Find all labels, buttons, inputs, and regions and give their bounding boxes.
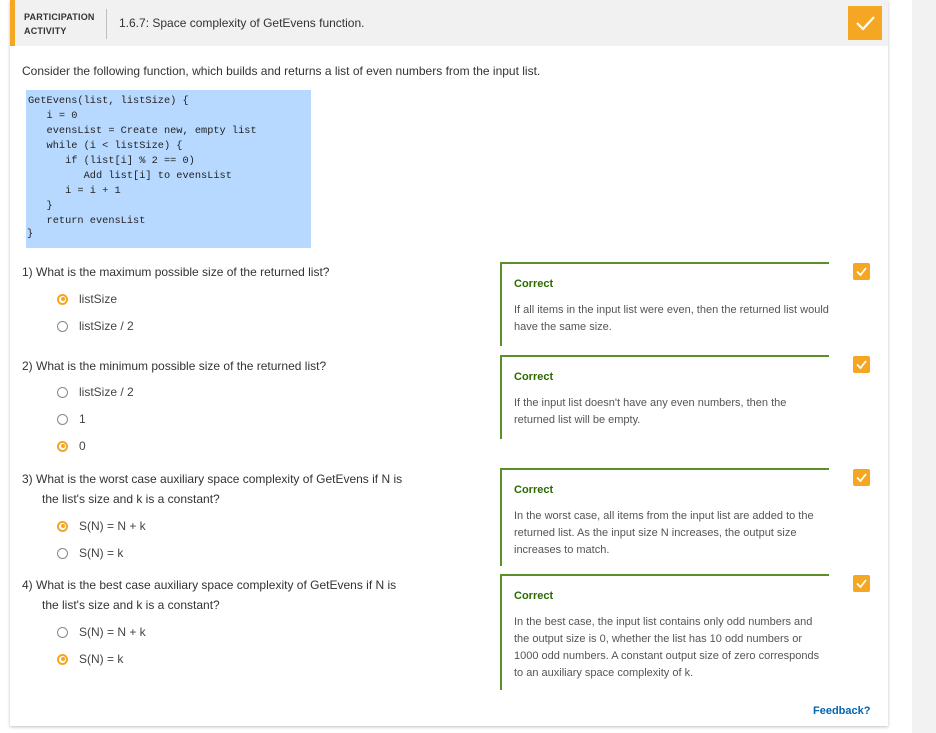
feedback-explanation: In the best case, the input list contain… [514, 616, 820, 679]
code-block: GetEvens(list, listSize) { i = 0 evensLi… [26, 90, 311, 248]
feedback-explanation: In the worst case, all items from the in… [514, 510, 814, 556]
radio-selected-icon[interactable] [57, 520, 68, 532]
question-3-prompt-line1: 3) What is the worst case auxiliary spac… [22, 472, 403, 486]
radio-unselected-icon[interactable] [57, 413, 68, 425]
header-divider [106, 9, 107, 39]
question-1-complete-check-icon [853, 263, 870, 280]
feedback-status: Correct [514, 590, 554, 602]
code-closing-brace: } [27, 228, 34, 240]
question-3-option-1[interactable]: S(N) = N + k [57, 519, 146, 533]
radio-selected-icon[interactable] [57, 293, 68, 305]
option-label: listSize / 2 [79, 319, 134, 333]
question-2-prompt: 2) What is the minimum possible size of … [22, 359, 327, 373]
feedback-explanation: If all items in the input list were even… [514, 304, 829, 333]
question-1-option-1[interactable]: listSize [57, 292, 117, 306]
question-3-feedback: Correct In the worst case, all items fro… [500, 468, 829, 566]
radio-unselected-icon[interactable] [57, 386, 68, 398]
radio-unselected-icon[interactable] [57, 320, 68, 332]
question-2-option-2[interactable]: 1 [57, 412, 86, 426]
question-2-feedback: Correct If the input list doesn't have a… [500, 355, 829, 439]
activity-type-line1: PARTICIPATION [24, 12, 95, 22]
question-4-prompt: 4) What is the best case auxiliary space… [22, 575, 396, 615]
feedback-status: Correct [514, 371, 554, 383]
option-label: S(N) = k [79, 652, 124, 666]
activity-type-label: PARTICIPATION ACTIVITY [24, 10, 95, 38]
question-4-feedback: Correct In the best case, the input list… [500, 574, 829, 690]
activity-title: 1.6.7: Space complexity of GetEvens func… [119, 16, 365, 30]
feedback-status: Correct [514, 484, 554, 496]
question-2-complete-check-icon [853, 356, 870, 373]
question-4-prompt-line1: 4) What is the best case auxiliary space… [22, 578, 397, 592]
question-3-prompt-line2: the list's size and k is a constant? [42, 492, 220, 506]
question-4-complete-check-icon [853, 575, 870, 592]
radio-unselected-icon[interactable] [57, 547, 68, 559]
radio-selected-icon[interactable] [57, 440, 68, 452]
question-4-prompt-line2: the list's size and k is a constant? [42, 598, 220, 612]
header-accent-bar [10, 0, 15, 46]
option-label: S(N) = N + k [79, 519, 146, 533]
activity-header: PARTICIPATION ACTIVITY 1.6.7: Space comp… [10, 0, 888, 46]
feedback-explanation: If the input list doesn't have any even … [514, 397, 787, 426]
question-2-option-1[interactable]: listSize / 2 [57, 385, 134, 399]
question-3-option-2[interactable]: S(N) = k [57, 546, 123, 560]
question-2-option-3[interactable]: 0 [57, 439, 86, 453]
radio-selected-icon[interactable] [57, 653, 68, 665]
question-4-option-2[interactable]: S(N) = k [57, 652, 123, 666]
option-label: S(N) = k [79, 546, 124, 560]
activity-instructions: Consider the following function, which b… [22, 64, 541, 78]
radio-unselected-icon[interactable] [57, 626, 68, 638]
question-1-feedback: Correct If all items in the input list w… [500, 262, 829, 346]
participation-activity-card: PARTICIPATION ACTIVITY 1.6.7: Space comp… [10, 0, 888, 726]
completion-check-icon [848, 6, 882, 40]
feedback-status: Correct [514, 278, 554, 290]
option-label: listSize [79, 292, 118, 306]
option-label: S(N) = N + k [79, 625, 146, 639]
question-4-option-1[interactable]: S(N) = N + k [57, 625, 146, 639]
option-label: 0 [79, 439, 86, 453]
option-label: 1 [79, 412, 86, 426]
question-1-option-2[interactable]: listSize / 2 [57, 319, 134, 333]
scrollbar-track[interactable] [912, 0, 936, 733]
feedback-link[interactable]: Feedback? [813, 705, 870, 717]
code-text: GetEvens(list, listSize) { i = 0 evensLi… [28, 95, 257, 227]
activity-type-line2: ACTIVITY [24, 26, 67, 36]
question-3-prompt: 3) What is the worst case auxiliary spac… [22, 469, 402, 509]
question-1-prompt: 1) What is the maximum possible size of … [22, 265, 330, 279]
question-3-complete-check-icon [853, 469, 870, 486]
option-label: listSize / 2 [79, 385, 134, 399]
